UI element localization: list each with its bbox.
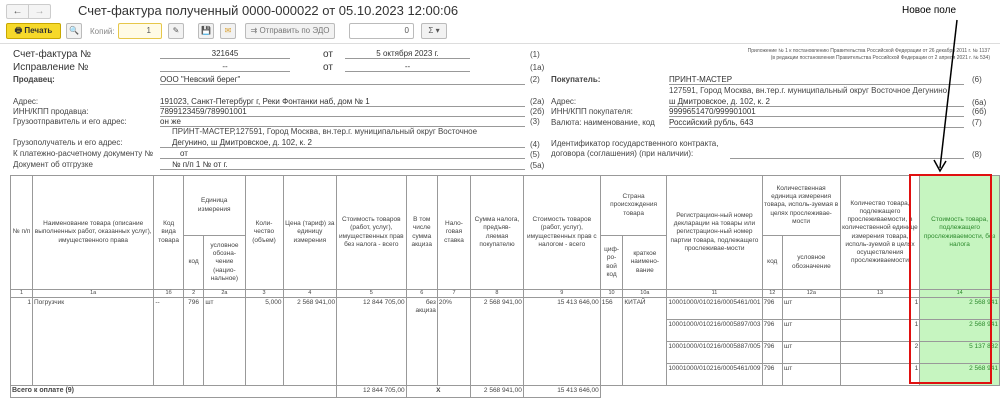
annotation-arrow-icon xyxy=(933,19,958,173)
